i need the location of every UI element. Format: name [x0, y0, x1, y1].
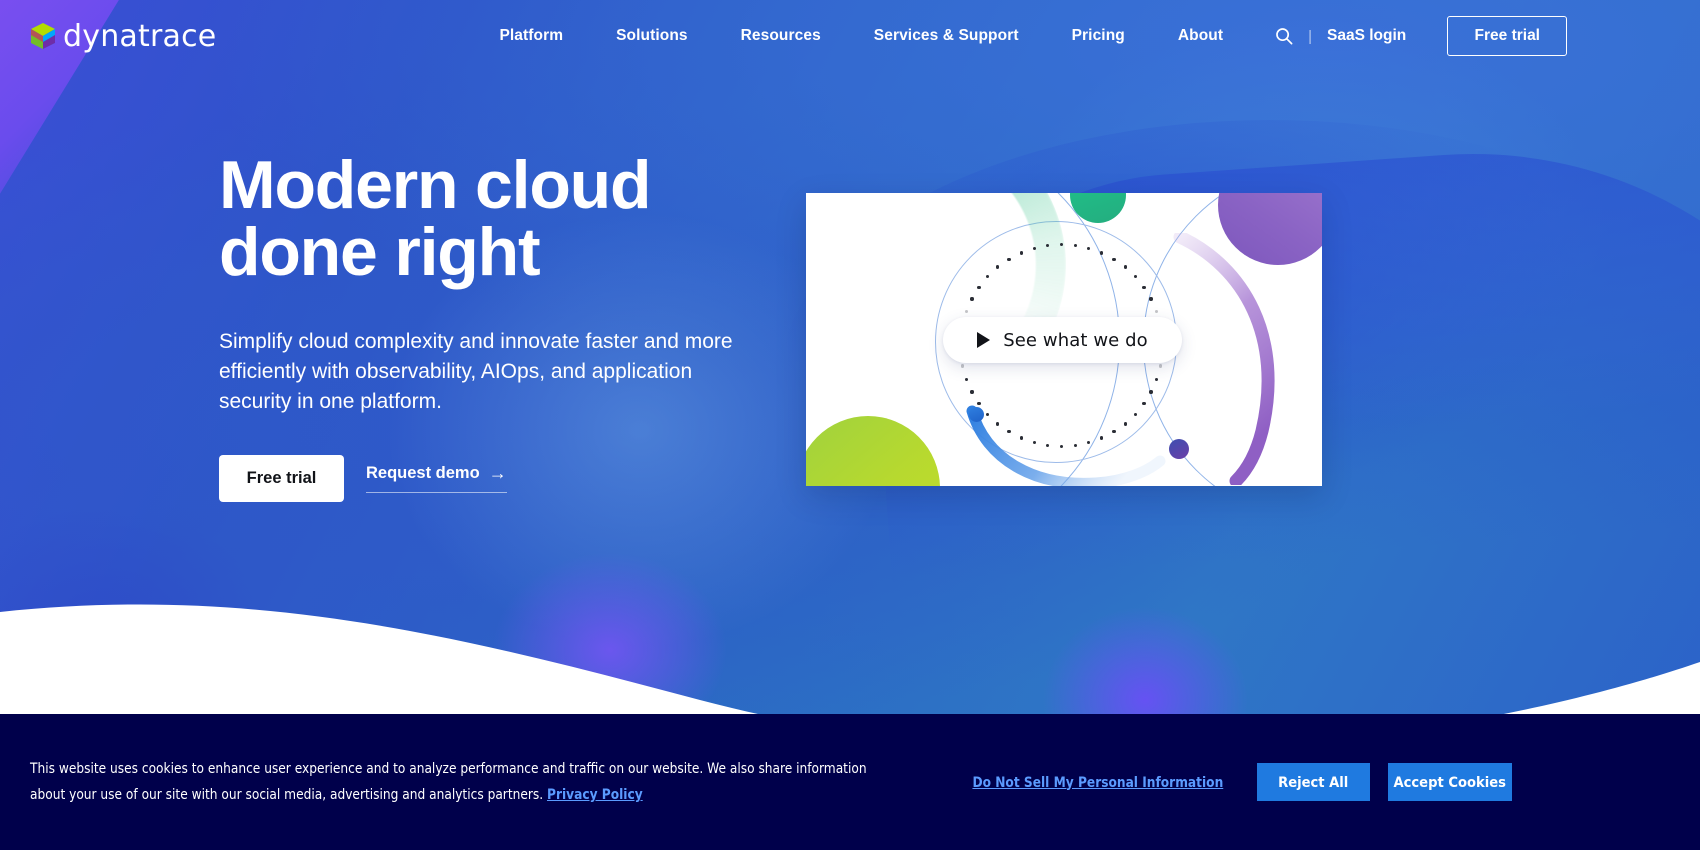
request-demo-link[interactable]: Request demo → [366, 464, 507, 493]
hero-subheadline: Simplify cloud complexity and innovate f… [219, 329, 733, 413]
top-navigation-bar: dynatrace Platform Solutions Resources S… [0, 0, 1700, 72]
nav-item-resources[interactable]: Resources [741, 27, 821, 45]
hero-content: Modern cloud done right Simplify cloud c… [219, 147, 819, 502]
decorative-violet-knob [1169, 439, 1189, 459]
request-demo-label: Request demo [366, 463, 480, 482]
see-what-we-do-label: See what we do [1003, 329, 1148, 351]
nav-utility-group: | SaaS login [1275, 27, 1406, 45]
hero-cta-row: Free trial Request demo → [219, 454, 819, 502]
brand-name: dynatrace [63, 18, 217, 54]
accept-cookies-button[interactable]: Accept Cookies [1387, 763, 1512, 801]
nav-item-services-support[interactable]: Services & Support [874, 27, 1019, 45]
free-trial-button-hero[interactable]: Free trial [219, 454, 344, 502]
nav-item-about[interactable]: About [1178, 27, 1223, 45]
hero-video-card[interactable]: See what we do [806, 193, 1322, 486]
saas-login-link[interactable]: SaaS login [1327, 27, 1406, 45]
cookie-consent-banner: This website uses cookies to enhance use… [0, 714, 1700, 850]
nav-separator: | [1308, 27, 1313, 45]
brand-logo[interactable]: dynatrace [30, 19, 216, 54]
cookie-banner-actions: Do Not Sell My Personal Information Reje… [963, 763, 1512, 801]
cookie-banner-message: This website uses cookies to enhance use… [30, 760, 867, 803]
nav-links: Platform Solutions Resources Services & … [499, 27, 1223, 45]
play-triangle-icon [977, 332, 991, 348]
search-icon[interactable] [1275, 27, 1293, 45]
privacy-policy-link[interactable]: Privacy Policy [547, 786, 643, 803]
dynatrace-cube-icon [30, 22, 56, 50]
reject-all-button[interactable]: Reject All [1256, 763, 1370, 801]
arrow-right-icon: → [488, 463, 507, 484]
nav-item-pricing[interactable]: Pricing [1072, 27, 1125, 45]
free-trial-button-nav[interactable]: Free trial [1447, 16, 1568, 56]
see-what-we-do-button[interactable]: See what we do [943, 317, 1182, 363]
hero-headline: Modern cloud done right [219, 147, 652, 291]
do-not-sell-link[interactable]: Do Not Sell My Personal Information [972, 774, 1223, 791]
decorative-blue-knob [969, 407, 984, 422]
nav-item-solutions[interactable]: Solutions [616, 27, 688, 45]
nav-item-platform[interactable]: Platform [499, 27, 563, 45]
cookie-banner-text: This website uses cookies to enhance use… [30, 756, 872, 808]
